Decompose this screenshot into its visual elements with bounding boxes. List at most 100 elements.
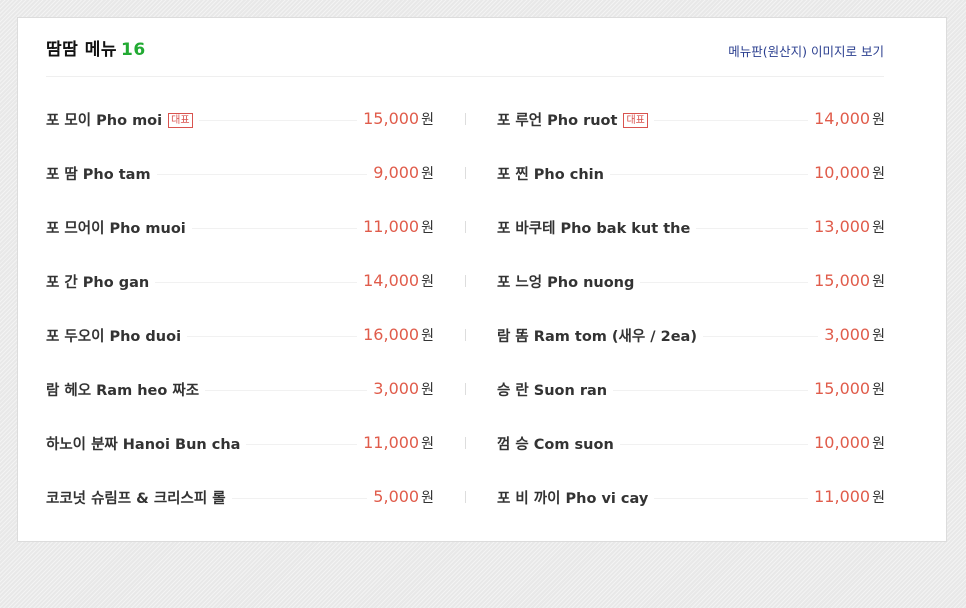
currency-unit: 원 bbox=[872, 436, 885, 452]
menu-item-leader-line bbox=[613, 389, 809, 391]
menu-item-price: 15,000 bbox=[814, 271, 871, 290]
menu-item-price: 15,000 bbox=[363, 109, 420, 128]
column-divider bbox=[465, 92, 466, 527]
menu-item-price: 11,000 bbox=[363, 217, 420, 236]
menu-item-price-group: 3,000 원 bbox=[367, 379, 434, 399]
currency-unit: 원 bbox=[872, 328, 885, 344]
menu-item-leader-line bbox=[205, 389, 368, 391]
menu-item-name-text: 포 땀 Pho tam bbox=[46, 166, 151, 183]
menu-item-leader-line bbox=[702, 335, 819, 337]
menu-item-name-text: 람 똠 Ram tom (새우 / 2ea) bbox=[497, 328, 697, 345]
menu-item-price: 14,000 bbox=[814, 109, 871, 128]
menu-item: 포 모이 Pho moi 대표 15,000 원 bbox=[46, 92, 434, 146]
menu-item-name: 포 루언 Pho ruot 대표 bbox=[497, 108, 654, 130]
menu-item: 포 루언 Pho ruot 대표 14,000 원 bbox=[497, 92, 885, 146]
menu-header: 땀땀 메뉴 16 메뉴판(원산지) 이미지로 보기 bbox=[46, 18, 884, 77]
menu-item-price: 10,000 bbox=[814, 163, 871, 182]
menu-item-price: 11,000 bbox=[363, 433, 420, 452]
menu-item-name: 코코넛 슈림프 & 크리스피 롤 bbox=[46, 486, 232, 508]
currency-unit: 원 bbox=[872, 166, 885, 182]
menu-item-name: 포 땀 Pho tam bbox=[46, 162, 157, 184]
menu-item-price: 3,000 bbox=[373, 379, 420, 398]
menu-item-leader-line bbox=[653, 119, 809, 121]
currency-unit: 원 bbox=[872, 382, 885, 398]
menu-item-leader-line bbox=[696, 227, 809, 229]
menu-item-price-group: 16,000 원 bbox=[357, 325, 434, 345]
menu-item: 포 땀 Pho tam 9,000 원 bbox=[46, 146, 434, 200]
menu-item-leader-line bbox=[619, 443, 809, 445]
menu-item-price-group: 15,000 원 bbox=[808, 271, 885, 291]
signature-badge: 대표 bbox=[168, 112, 193, 128]
menu-item-price: 5,000 bbox=[373, 487, 420, 506]
menu-item-leader-line bbox=[187, 335, 358, 337]
menu-item-price-group: 9,000 원 bbox=[367, 163, 434, 183]
currency-unit: 원 bbox=[421, 490, 434, 506]
divider-tick bbox=[465, 437, 466, 449]
menu-item: 포 바쿠테 Pho bak kut the 13,000 원 bbox=[497, 200, 885, 254]
menu-item-price: 15,000 bbox=[814, 379, 871, 398]
divider-tick bbox=[465, 221, 466, 233]
menu-item-name-text: 포 두오이 Pho duoi bbox=[46, 328, 182, 345]
menu-item-leader-line bbox=[654, 497, 809, 499]
menu-card: 땀땀 메뉴 16 메뉴판(원산지) 이미지로 보기 포 모이 Pho moi 대표 1… bbox=[17, 17, 947, 542]
menu-item-name: 포 비 까이 Pho vi cay bbox=[497, 486, 655, 508]
menu-item: 포 간 Pho gan 14,000 원 bbox=[46, 254, 434, 308]
menu-item-leader-line bbox=[155, 281, 358, 283]
divider-tick bbox=[465, 167, 466, 179]
menu-item-name-text: 포 느엉 Pho nuong bbox=[497, 274, 635, 291]
menu-item-price-group: 10,000 원 bbox=[808, 163, 885, 183]
menu-item-name: 람 똠 Ram tom (새우 / 2ea) bbox=[497, 324, 703, 346]
menu-item-name-text: 포 바쿠테 Pho bak kut the bbox=[497, 220, 691, 237]
menu-item-price: 3,000 bbox=[824, 325, 871, 344]
menu-item: 포 므어이 Pho muoi 11,000 원 bbox=[46, 200, 434, 254]
menu-item-leader-line bbox=[156, 173, 368, 175]
menu-item-price-group: 15,000 원 bbox=[357, 109, 434, 129]
view-menu-image-link[interactable]: 메뉴판(원산지) 이미지로 보기 bbox=[728, 41, 884, 60]
menu-item-name-text: 포 루언 Pho ruot bbox=[497, 112, 618, 129]
menu-item: 하노이 분짜 Hanoi Bun cha 11,000 원 bbox=[46, 416, 434, 470]
currency-unit: 원 bbox=[872, 274, 885, 290]
menu-item-leader-line bbox=[640, 281, 809, 283]
menu-item-price: 14,000 bbox=[363, 271, 420, 290]
menu-item: 람 똠 Ram tom (새우 / 2ea) 3,000 원 bbox=[497, 308, 885, 362]
menu-title: 땀땀 메뉴 16 bbox=[46, 35, 146, 60]
currency-unit: 원 bbox=[421, 274, 434, 290]
menu-item-name: 포 두오이 Pho duoi bbox=[46, 324, 188, 346]
menu-item-price-group: 15,000 원 bbox=[808, 379, 885, 399]
menu-item-leader-line bbox=[191, 227, 358, 229]
currency-unit: 원 bbox=[872, 112, 885, 128]
menu-item-price-group: 3,000 원 bbox=[818, 325, 885, 345]
menu-item-name-text: 람 헤오 Ram heo 짜조 bbox=[46, 382, 200, 399]
menu-count: 16 bbox=[120, 40, 146, 60]
menu-item-leader-line bbox=[231, 497, 368, 499]
menu-item-price: 16,000 bbox=[363, 325, 420, 344]
menu-item-name: 포 간 Pho gan bbox=[46, 270, 156, 292]
menu-item-price-group: 13,000 원 bbox=[808, 217, 885, 237]
menu-item-name-text: 포 므어이 Pho muoi bbox=[46, 220, 186, 237]
menu-item: 람 헤오 Ram heo 짜조 3,000 원 bbox=[46, 362, 434, 416]
currency-unit: 원 bbox=[421, 382, 434, 398]
menu-item-name-text: 하노이 분짜 Hanoi Bun cha bbox=[46, 436, 241, 453]
menu-title-text: 땀땀 메뉴 bbox=[46, 40, 117, 60]
menu-item-name-text: 코코넛 슈림프 & 크리스피 롤 bbox=[46, 490, 226, 507]
currency-unit: 원 bbox=[421, 112, 434, 128]
menu-item: 승 란 Suon ran 15,000 원 bbox=[497, 362, 885, 416]
menu-item-price-group: 10,000 원 bbox=[808, 433, 885, 453]
menu-item-name-text: 포 찐 Pho chin bbox=[497, 166, 604, 183]
currency-unit: 원 bbox=[421, 436, 434, 452]
menu-item: 코코넛 슈림프 & 크리스피 롤 5,000 원 bbox=[46, 470, 434, 524]
currency-unit: 원 bbox=[421, 166, 434, 182]
menu-item-name: 포 느엉 Pho nuong bbox=[497, 270, 641, 292]
divider-tick bbox=[465, 383, 466, 395]
menu-item-leader-line bbox=[609, 173, 809, 175]
menu-item: 포 비 까이 Pho vi cay 11,000 원 bbox=[497, 470, 885, 524]
currency-unit: 원 bbox=[421, 328, 434, 344]
menu-item-price-group: 14,000 원 bbox=[808, 109, 885, 129]
menu-item-name-text: 승 란 Suon ran bbox=[497, 382, 608, 399]
menu-item-name: 람 헤오 Ram heo 짜조 bbox=[46, 378, 206, 400]
menu-item: 포 찐 Pho chin 10,000 원 bbox=[497, 146, 885, 200]
menu-item-leader-line bbox=[246, 443, 358, 445]
divider-tick bbox=[465, 113, 466, 125]
menu-item-price: 13,000 bbox=[814, 217, 871, 236]
currency-unit: 원 bbox=[872, 220, 885, 236]
